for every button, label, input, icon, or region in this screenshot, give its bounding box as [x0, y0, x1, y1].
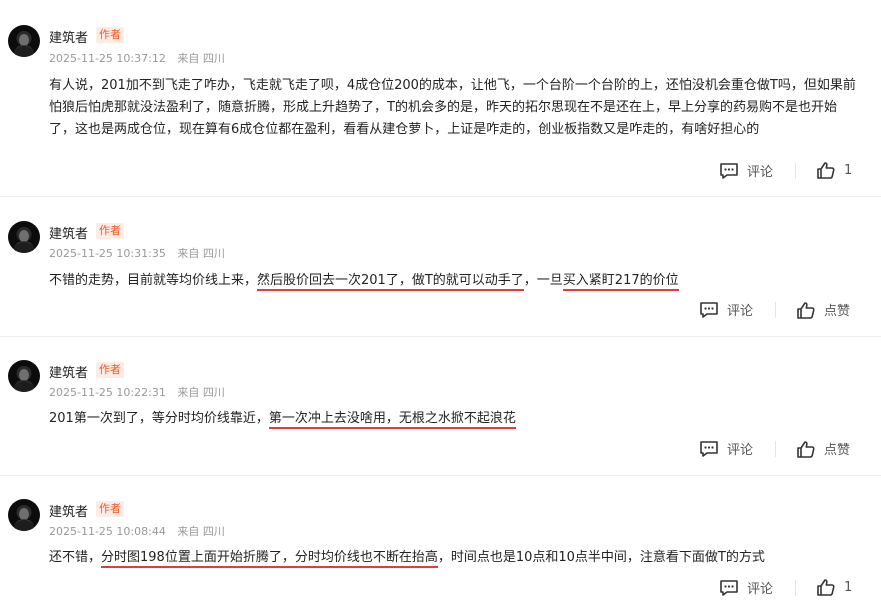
like-count: 1 — [844, 162, 853, 178]
like-count: 1 — [844, 579, 853, 595]
comment-button[interactable]: 评论 — [719, 578, 773, 597]
post-content: 还不错，分时图198位置上面开始折腾了，分时均价线也不断在抬高，时间点也是10点… — [49, 547, 857, 569]
comment-label: 评论 — [727, 443, 754, 458]
like-button[interactable]: 1 — [816, 161, 852, 179]
action-separator — [795, 580, 796, 596]
post-location: 来自 四川 — [177, 386, 225, 399]
text-segment: 还不错， — [49, 550, 102, 565]
author-badge: 作者 — [96, 501, 124, 517]
post-location: 来自 四川 — [177, 525, 225, 538]
comment-label: 评论 — [747, 165, 774, 180]
underlined-text: 然后股价回去一次201了，做T的就可以动手了 — [257, 273, 524, 291]
thumbs-up-icon — [817, 162, 835, 179]
author-badge: 作者 — [96, 362, 124, 378]
like-button[interactable]: 点赞 — [796, 439, 850, 458]
post-content: 201第一次到了，等分时均价线靠近，第一次冲上去没啥用，无根之水掀不起浪花 — [49, 408, 857, 430]
action-separator — [795, 163, 796, 179]
post-timestamp: 2025-11-25 10:22:31 — [49, 386, 166, 399]
like-label: 点赞 — [824, 304, 851, 319]
action-separator — [775, 302, 776, 318]
comment-button[interactable]: 评论 — [719, 161, 773, 180]
author-badge: 作者 — [96, 223, 124, 239]
action-separator — [775, 441, 776, 457]
post-meta: 2025-11-25 10:08:44 来自 四川 — [49, 523, 225, 539]
comment-icon — [720, 579, 738, 596]
comment-icon — [700, 440, 718, 457]
post-timestamp: 2025-11-25 10:31:35 — [49, 247, 166, 260]
text-segment: 有人说，201加不到飞走了咋办，飞走就飞走了呗，4成仓位200的成本，让他飞，一… — [49, 78, 856, 137]
post-meta: 2025-11-25 10:31:35 来自 四川 — [49, 245, 225, 261]
like-button[interactable]: 点赞 — [796, 300, 850, 319]
comment-label: 评论 — [727, 304, 754, 319]
comment-button[interactable]: 评论 — [699, 300, 753, 319]
author-name[interactable]: 建筑者 — [49, 223, 88, 242]
thumbs-up-icon — [797, 440, 815, 458]
divider — [0, 475, 881, 476]
thumbs-up-icon — [817, 579, 835, 596]
post-meta: 2025-11-25 10:22:31 来自 四川 — [49, 384, 225, 400]
comment-label: 评论 — [747, 582, 774, 597]
text-segment: ，时间点也是10点和10点半中间，注意看下面做T的方式 — [437, 550, 765, 565]
post-timestamp: 2025-11-25 10:08:44 — [49, 525, 166, 538]
divider — [0, 196, 881, 197]
post-timestamp: 2025-11-25 10:37:12 — [49, 52, 166, 65]
author-name[interactable]: 建筑者 — [49, 501, 88, 520]
author-badge: 作者 — [96, 27, 124, 43]
post-content: 有人说，201加不到飞走了咋办，飞走就飞走了呗，4成仓位200的成本，让他飞，一… — [49, 75, 857, 141]
underlined-text: 买入紧盯217的价位 — [562, 273, 679, 291]
post-location: 来自 四川 — [177, 247, 225, 260]
underlined-text: 分时图198位置上面开始折腾了，分时均价线也不断在抬高 — [101, 550, 438, 568]
comment-icon — [700, 301, 718, 318]
author-avatar[interactable] — [8, 360, 40, 392]
author-name[interactable]: 建筑者 — [49, 27, 88, 46]
post-meta: 2025-11-25 10:37:12 来自 四川 — [49, 50, 225, 66]
text-segment: 201第一次到了，等分时均价线靠近， — [49, 411, 269, 426]
like-label: 点赞 — [824, 443, 851, 458]
author-avatar[interactable] — [8, 25, 40, 57]
text-segment: 不错的走势，目前就等均价线上来， — [49, 273, 258, 288]
post-location: 来自 四川 — [177, 52, 225, 65]
author-avatar[interactable] — [8, 221, 40, 253]
like-button[interactable]: 1 — [816, 578, 852, 596]
post-content: 不错的走势，目前就等均价线上来，然后股价回去一次201了，做T的就可以动手了，一… — [49, 270, 857, 292]
comment-button[interactable]: 评论 — [699, 439, 753, 458]
author-avatar[interactable] — [8, 499, 40, 531]
underlined-text: 第一次冲上去没啥用，无根之水掀不起浪花 — [268, 411, 516, 429]
text-segment: ，一旦 — [523, 273, 563, 288]
divider — [0, 336, 881, 337]
comment-icon — [720, 162, 738, 179]
thumbs-up-icon — [797, 301, 815, 319]
author-name[interactable]: 建筑者 — [49, 362, 88, 381]
